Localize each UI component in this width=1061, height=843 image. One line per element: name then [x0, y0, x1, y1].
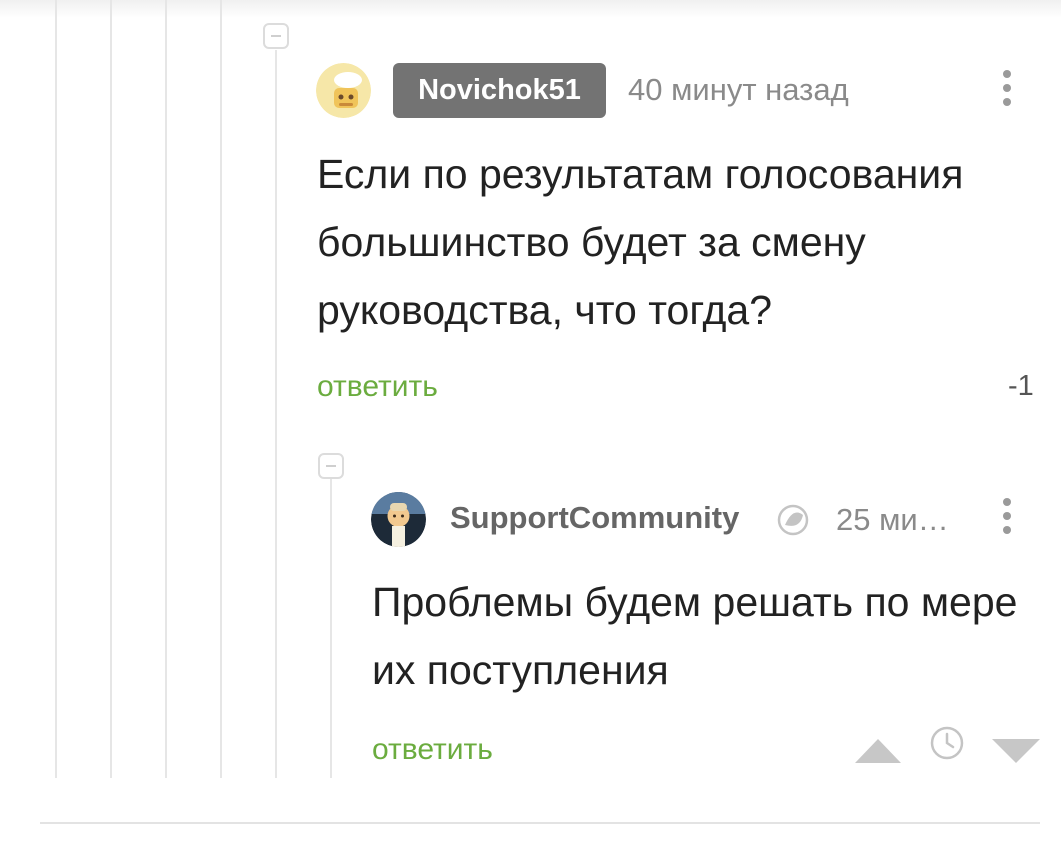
reply-button[interactable]: ответить: [372, 733, 493, 767]
thread-line: [220, 0, 222, 778]
thread-line: [330, 478, 332, 778]
thread-line: [110, 0, 112, 778]
badge-icon: [776, 503, 810, 542]
triangle-up-icon[interactable]: [853, 737, 903, 770]
reply-button[interactable]: ответить: [317, 370, 438, 404]
divider: [40, 822, 1040, 824]
top-fade: [0, 0, 1061, 18]
collapse-toggle[interactable]: [318, 453, 344, 479]
comment-time: 40 минут назад: [628, 72, 849, 107]
kebab-icon[interactable]: [997, 498, 1017, 540]
user-avatar[interactable]: [316, 63, 371, 118]
thread-line: [275, 50, 277, 778]
kebab-icon[interactable]: [997, 70, 1017, 112]
avatar-image: [316, 63, 371, 118]
author-name[interactable]: Novichok51: [393, 63, 606, 118]
comment-text: Проблемы будем решать по мере их поступл…: [372, 579, 1018, 693]
triangle-down-icon[interactable]: [990, 737, 1042, 770]
comment-time: 25 ми…: [836, 502, 949, 537]
comment-rating: -1: [1008, 370, 1034, 402]
thread-line: [165, 0, 167, 778]
avatar-image: [371, 492, 426, 547]
author-name[interactable]: SupportCommunity: [450, 500, 739, 536]
user-avatar[interactable]: [371, 492, 426, 547]
collapse-toggle[interactable]: [263, 23, 289, 49]
thread-line: [55, 0, 57, 778]
comment-text: Если по результатам голосования большинс…: [317, 151, 964, 333]
clock-icon[interactable]: [929, 725, 965, 766]
